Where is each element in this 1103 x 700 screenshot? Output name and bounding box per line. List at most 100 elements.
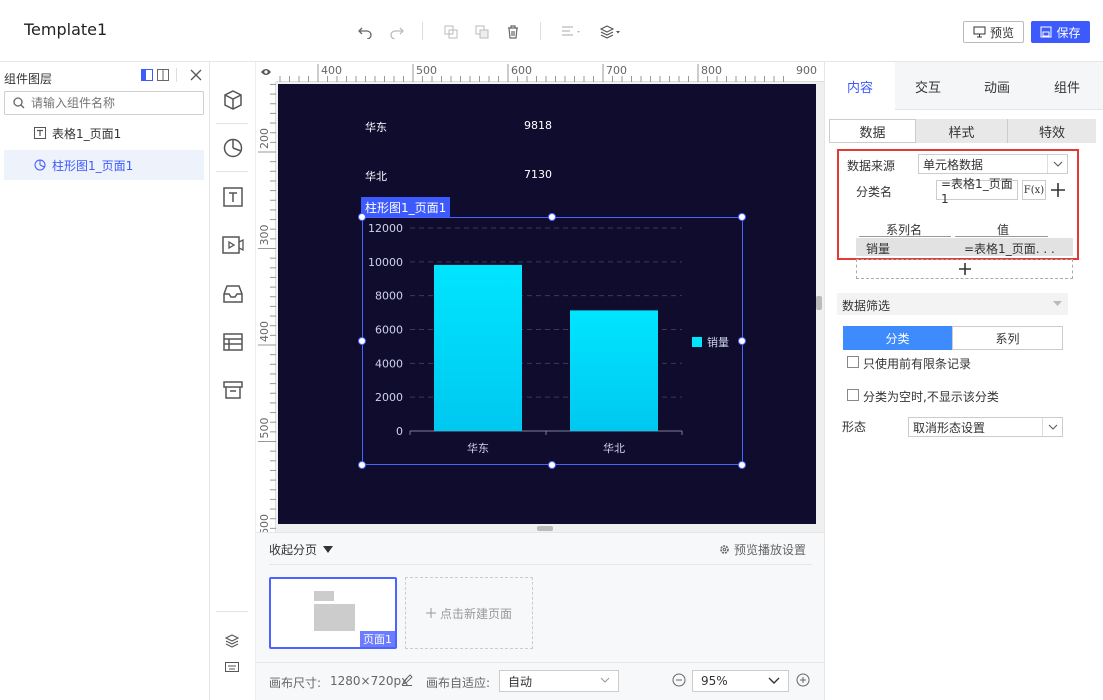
toolbar-separator xyxy=(540,22,541,40)
redo-icon[interactable] xyxy=(387,22,407,42)
tool-divider xyxy=(216,171,248,172)
pie-chart-icon xyxy=(34,159,46,171)
thumb-shape xyxy=(314,591,334,601)
ruler-left: 200 300 400 500 600 xyxy=(256,82,276,532)
delete-icon[interactable] xyxy=(503,22,523,42)
resize-handle[interactable] xyxy=(738,337,746,345)
collapse-pages-toggle[interactable]: 收起分页 xyxy=(269,541,334,558)
zoom-in-icon[interactable] xyxy=(796,673,810,687)
inbox-icon[interactable] xyxy=(220,281,246,307)
caret-down-icon xyxy=(323,545,334,554)
plus-icon xyxy=(425,608,436,618)
canvas-adapt-select[interactable]: 自动 xyxy=(499,670,619,692)
series-value-cell[interactable]: =表格1_页面. . . xyxy=(964,240,1055,257)
ruler-label: 400 xyxy=(321,64,342,77)
ruler-top: 400 500 600 700 800 900 xyxy=(276,62,824,82)
split-left-icon[interactable] xyxy=(141,69,153,81)
edit-icon[interactable] xyxy=(401,674,413,686)
form-value: 取消形态设置 xyxy=(913,420,986,435)
monitor-icon xyxy=(973,26,986,38)
canvas-adapt-value: 自动 xyxy=(508,674,533,689)
form-label: 形态 xyxy=(842,420,867,434)
resize-handle-right[interactable] xyxy=(816,296,822,310)
page-thumbnail[interactable]: 页面1 xyxy=(269,577,397,649)
stack-icon[interactable] xyxy=(225,634,239,648)
tab-content[interactable]: 内容 xyxy=(825,62,895,110)
tab-animation[interactable]: 动画 xyxy=(962,62,1032,110)
hide-empty-checkbox[interactable] xyxy=(847,389,859,401)
layer-item-table[interactable]: 表格1_页面1 xyxy=(4,118,204,148)
filter-tab-series[interactable]: 系列 xyxy=(952,326,1063,350)
subtab-data[interactable]: 数据 xyxy=(829,119,916,143)
resize-handle[interactable] xyxy=(738,213,746,221)
filter-tab-category[interactable]: 分类 xyxy=(843,326,952,350)
save-button[interactable]: 保存 xyxy=(1031,21,1090,43)
subtab-style[interactable]: 样式 xyxy=(916,119,1008,143)
preview-settings-link[interactable]: 预览播放设置 xyxy=(719,541,806,558)
subtab-effect[interactable]: 特效 xyxy=(1008,119,1096,143)
resize-handle[interactable] xyxy=(548,213,556,221)
layer-item-label: 表格1_页面1 xyxy=(52,126,122,141)
paste-icon[interactable] xyxy=(472,22,492,42)
resize-handle[interactable] xyxy=(358,461,366,469)
add-series-button[interactable] xyxy=(856,259,1073,279)
zoom-out-icon[interactable] xyxy=(672,673,686,687)
gear-icon xyxy=(719,544,730,555)
panel-separator xyxy=(176,68,177,82)
chart-pie-icon[interactable] xyxy=(220,135,246,161)
resize-handle-bottom[interactable] xyxy=(537,526,553,531)
header-underline xyxy=(955,236,1048,237)
chart-selection-label: 柱形图1_页面1 xyxy=(361,197,451,217)
cube-icon[interactable] xyxy=(220,87,246,113)
archive-icon[interactable] xyxy=(220,377,246,403)
limit-records-checkbox[interactable] xyxy=(847,356,859,368)
resize-handle[interactable] xyxy=(738,461,746,469)
new-page-label: 点击新建页面 xyxy=(439,606,512,621)
tool-divider xyxy=(216,611,248,612)
close-icon[interactable] xyxy=(190,69,202,81)
zoom-select[interactable]: 95% xyxy=(692,670,789,692)
resize-handle[interactable] xyxy=(548,461,556,469)
split-right-icon[interactable] xyxy=(157,69,169,81)
filter-section-header[interactable]: 数据筛选 xyxy=(837,293,1068,315)
undo-icon[interactable] xyxy=(355,22,375,42)
ruler-label: 500 xyxy=(258,418,271,439)
table-layout-icon[interactable] xyxy=(220,329,246,355)
preview-button[interactable]: 预览 xyxy=(963,21,1024,43)
align-icon[interactable] xyxy=(559,22,585,42)
resize-handle[interactable] xyxy=(358,337,366,345)
tab-interaction[interactable]: 交互 xyxy=(893,62,963,110)
tab-component[interactable]: 组件 xyxy=(1032,62,1102,110)
save-label: 保存 xyxy=(1056,25,1081,40)
canvas-size-value: 1280×720px xyxy=(330,674,409,688)
chart-selection-box[interactable] xyxy=(362,217,743,465)
category-input[interactable]: =表格1_页面1 xyxy=(936,177,1018,206)
layer-search-box[interactable] xyxy=(4,91,204,115)
layer-item-bar-chart[interactable]: 柱形图1_页面1 xyxy=(4,150,204,180)
preview-settings-label: 预览播放设置 xyxy=(734,543,807,557)
page-thumb-label: 页面1 xyxy=(360,631,395,647)
ruler-label: 200 xyxy=(258,128,271,149)
text-box-icon[interactable] xyxy=(220,184,246,210)
category-label: 分类名 xyxy=(856,185,893,199)
chevron-down-icon xyxy=(1047,155,1067,173)
eye-icon[interactable] xyxy=(256,62,276,82)
formula-button[interactable]: F(x) xyxy=(1022,180,1046,200)
video-icon[interactable] xyxy=(220,232,246,258)
resize-handle[interactable] xyxy=(358,213,366,221)
layer-search-input[interactable] xyxy=(31,95,196,111)
chevron-down-icon xyxy=(768,677,780,685)
table-cell-value: 9818 xyxy=(524,119,552,132)
tool-divider xyxy=(216,123,248,124)
layers-arrange-icon[interactable] xyxy=(598,22,624,42)
plus-icon[interactable] xyxy=(1051,183,1065,197)
copy-icon[interactable] xyxy=(441,22,461,42)
app-title: Template1 xyxy=(24,20,108,39)
data-source-select[interactable]: 单元格数据 xyxy=(918,154,1068,174)
chevron-down-icon xyxy=(1042,418,1062,436)
keyboard-icon[interactable] xyxy=(225,661,239,673)
ruler-label: 800 xyxy=(701,64,722,77)
series-name-cell[interactable]: 销量 xyxy=(866,240,890,257)
form-select[interactable]: 取消形态设置 xyxy=(908,417,1063,437)
new-page-button[interactable]: 点击新建页面 xyxy=(405,577,533,649)
